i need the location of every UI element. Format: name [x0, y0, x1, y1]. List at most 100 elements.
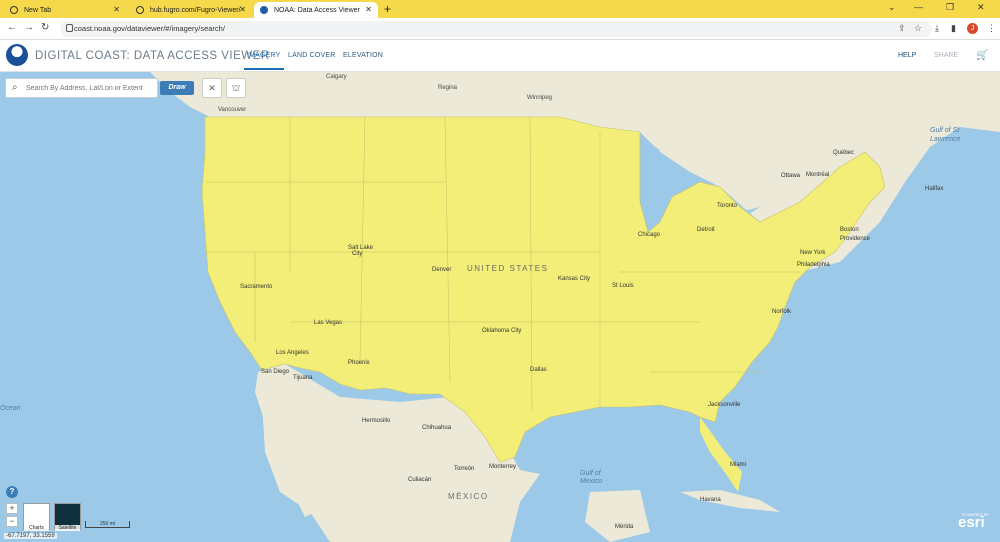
coordinate-readout: -67.7197, 33.1559 [4, 533, 57, 539]
basemap-label: Charts [24, 525, 49, 531]
map-label: Mérida [615, 524, 634, 530]
country-label-mexico: MÉXICO [448, 492, 489, 501]
noaa-icon [260, 6, 268, 14]
share-page-icon[interactable]: ⇪ [898, 23, 906, 34]
map-label: St Louis [612, 283, 634, 289]
map-label: New York [800, 250, 826, 256]
tab-new-tab[interactable]: New Tab ✕ [4, 2, 126, 18]
map-label: Denver [432, 267, 452, 273]
map-label: Norfolk [772, 309, 792, 315]
search-input[interactable] [26, 81, 156, 96]
app-title: DIGITAL COAST: DATA ACCESS VIEWER [35, 50, 270, 62]
tab-search-icon[interactable]: ⌄ [888, 2, 896, 13]
minimize-icon[interactable]: — [914, 2, 923, 12]
map-label: Los Angeles [276, 350, 309, 356]
map-label: Ottawa [781, 173, 801, 179]
map-label: Monterrey [489, 464, 517, 470]
basemap-charts[interactable]: Charts [23, 503, 50, 531]
map-label: Toronto [717, 203, 738, 209]
download-icon[interactable]: ⤓ [935, 23, 939, 34]
map-label: Québec [833, 150, 855, 156]
close-window-icon[interactable]: ✕ [977, 2, 985, 13]
map-label: Regina [438, 85, 458, 91]
map-label: Philadelphia [797, 262, 830, 268]
map-label: Halifax [925, 186, 944, 192]
map-label: Gulf of St [930, 127, 960, 134]
close-tab-icon[interactable]: ✕ [239, 6, 246, 14]
map-label: Chihuahua [422, 425, 452, 431]
globe-icon [136, 6, 144, 14]
map-label: Mexico [580, 478, 603, 485]
map-label: Montréal [806, 172, 830, 178]
forward-icon[interactable]: → [24, 22, 34, 33]
map-label: Oklahoma City [482, 328, 522, 334]
basemap-satellite[interactable]: Satellite [54, 503, 81, 531]
search-icon[interactable]: ⌕ [12, 82, 18, 93]
map-label: Boston [840, 227, 859, 233]
more-menu-icon[interactable]: ⋮ [987, 23, 996, 34]
map-label: Dallas [530, 367, 547, 373]
close-tab-icon[interactable]: ✕ [365, 6, 372, 14]
map-label: San Diego [261, 369, 290, 375]
yucatan-land [585, 490, 650, 542]
browser-tab-bar: New Tab ✕ hub.fugro.com/Fugro-Viewer/ ✕ … [0, 0, 1000, 18]
tab-land-cover[interactable]: LAND COVER [288, 52, 336, 59]
map-view[interactable]: Calgary Regina Winnipeg Vancouver Gulf o… [0, 72, 1000, 542]
profile-avatar[interactable]: J [967, 23, 978, 34]
map-label: Calgary [326, 74, 347, 80]
esri-logo: esri [958, 514, 985, 531]
back-icon[interactable]: ← [7, 22, 17, 33]
zoom-in-button[interactable]: + [6, 503, 18, 514]
map-label: Detroit [697, 227, 715, 233]
lock-icon [66, 24, 73, 32]
help-link[interactable]: HELP [898, 52, 916, 59]
tab-noaa[interactable]: NOAA: Data Access Viewer ✕ [254, 2, 378, 18]
help-icon[interactable]: ? [6, 486, 18, 498]
map-label: Providence [840, 236, 871, 242]
noaa-logo[interactable] [6, 44, 28, 66]
location-search: ⌕ [5, 78, 158, 98]
map-label: Tijuana [293, 375, 313, 381]
map-label: Kansas City [558, 276, 591, 282]
bookmark-star-icon[interactable]: ☆ [914, 23, 922, 34]
cart-icon[interactable]: 🛒 [976, 50, 988, 61]
cuba-land [680, 490, 780, 512]
browser-toolbar: ← → ↻ coast.noaa.gov/dataviewer/#/imager… [0, 18, 1000, 40]
basemap-label: Satellite [55, 525, 80, 531]
tab-fugro[interactable]: hub.fugro.com/Fugro-Viewer/ ✕ [130, 2, 252, 18]
share-link[interactable]: SHARE [934, 52, 958, 59]
map-label: Hermosillo [362, 418, 391, 424]
reload-icon[interactable]: ↻ [41, 22, 49, 33]
tab-imagery[interactable]: IMAGERY [244, 52, 284, 70]
app-header: DIGITAL COAST: DATA ACCESS VIEWER IMAGER… [0, 40, 1000, 72]
map-label: City [352, 251, 363, 257]
tab-title: New Tab [24, 6, 52, 14]
map-label: Gulf of [580, 470, 601, 477]
map-label: Lawrence [930, 136, 961, 143]
sidepanel-icon[interactable]: ▮ [951, 23, 956, 34]
map-label: Vancouver [218, 107, 247, 113]
clear-icon[interactable]: ✕ [202, 78, 222, 98]
new-tab-icon[interactable]: + [384, 2, 391, 16]
map-label: Chicago [638, 232, 661, 238]
map-label: Las Vegas [314, 320, 343, 326]
map-label: Phoenix [348, 360, 370, 366]
scale-bar: 250 mi [85, 521, 130, 528]
map-label: Torreón [454, 466, 475, 472]
map-label: Winnipeg [527, 95, 553, 101]
url-text: coast.noaa.gov/dataviewer/#/imagery/sear… [74, 24, 225, 33]
chrome-icon [10, 6, 18, 14]
close-tab-icon[interactable]: ✕ [113, 6, 120, 14]
florida-coverage [700, 417, 742, 492]
address-bar[interactable]: coast.noaa.gov/dataviewer/#/imagery/sear… [60, 21, 932, 37]
zoom-out-button[interactable]: − [6, 516, 18, 527]
tab-elevation[interactable]: ELEVATION [343, 52, 383, 59]
tab-title: NOAA: Data Access Viewer [274, 6, 360, 14]
basemap-graphics [150, 72, 1000, 542]
map-label: Culiacán [408, 477, 432, 483]
maximize-icon[interactable]: ❐ [946, 2, 954, 13]
draw-button[interactable]: Draw [160, 81, 194, 95]
binoculars-icon[interactable]: ⛫ [226, 78, 246, 98]
map-label: Sacramento [240, 284, 273, 290]
tab-title: hub.fugro.com/Fugro-Viewer/ [150, 6, 241, 14]
